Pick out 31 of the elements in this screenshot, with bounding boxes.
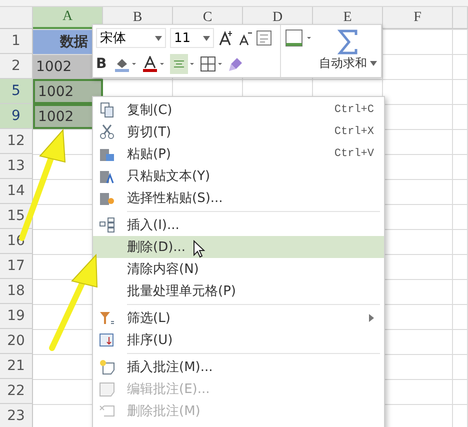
row-header[interactable]: 19: [0, 304, 33, 329]
row-header[interactable]: 5: [0, 79, 33, 104]
menu-item[interactable]: 清除内容(N): [93, 258, 384, 280]
autosum-label: 自动求和: [319, 55, 367, 72]
menu-item[interactable]: 批量处理单元格(P): [93, 280, 384, 302]
row-header[interactable]: 20: [0, 329, 33, 354]
row-header[interactable]: 23: [0, 404, 33, 427]
menu-item[interactable]: 插入批注(M)...: [93, 356, 384, 378]
menu-item[interactable]: 删除(D)...: [93, 236, 384, 258]
autosum-button[interactable]: 自动求和: [319, 29, 377, 72]
row-header[interactable]: 2: [0, 54, 33, 79]
column-header[interactable]: F: [383, 7, 453, 29]
table-cell[interactable]: 1002: [33, 79, 103, 104]
row-header[interactable]: 21: [0, 354, 33, 379]
row-header[interactable]: 22: [0, 379, 33, 404]
menu-item[interactable]: 排序(U): [93, 329, 384, 351]
menu-item[interactable]: 筛选(L): [93, 307, 384, 329]
font-dropdown[interactable]: 宋体: [96, 28, 166, 48]
menu-item[interactable]: 选择性粘贴(S)...: [93, 187, 384, 209]
menu-item[interactable]: 粘贴(P) Ctrl+V: [93, 143, 384, 165]
row-header[interactable]: 1: [0, 29, 33, 54]
row-header[interactable]: 18: [0, 279, 33, 304]
row-header[interactable]: 17: [0, 254, 33, 279]
row-header[interactable]: 14: [0, 179, 33, 204]
menu-item[interactable]: 只粘贴文本(Y): [93, 165, 384, 187]
column-header[interactable]: A: [33, 7, 103, 29]
menu-item[interactable]: 插入(I)...: [93, 214, 384, 236]
row-header[interactable]: 13: [0, 154, 33, 179]
row-header[interactable]: 12: [0, 129, 33, 154]
font-size-dropdown[interactable]: 11: [170, 28, 214, 48]
row-header[interactable]: 9: [0, 104, 33, 129]
